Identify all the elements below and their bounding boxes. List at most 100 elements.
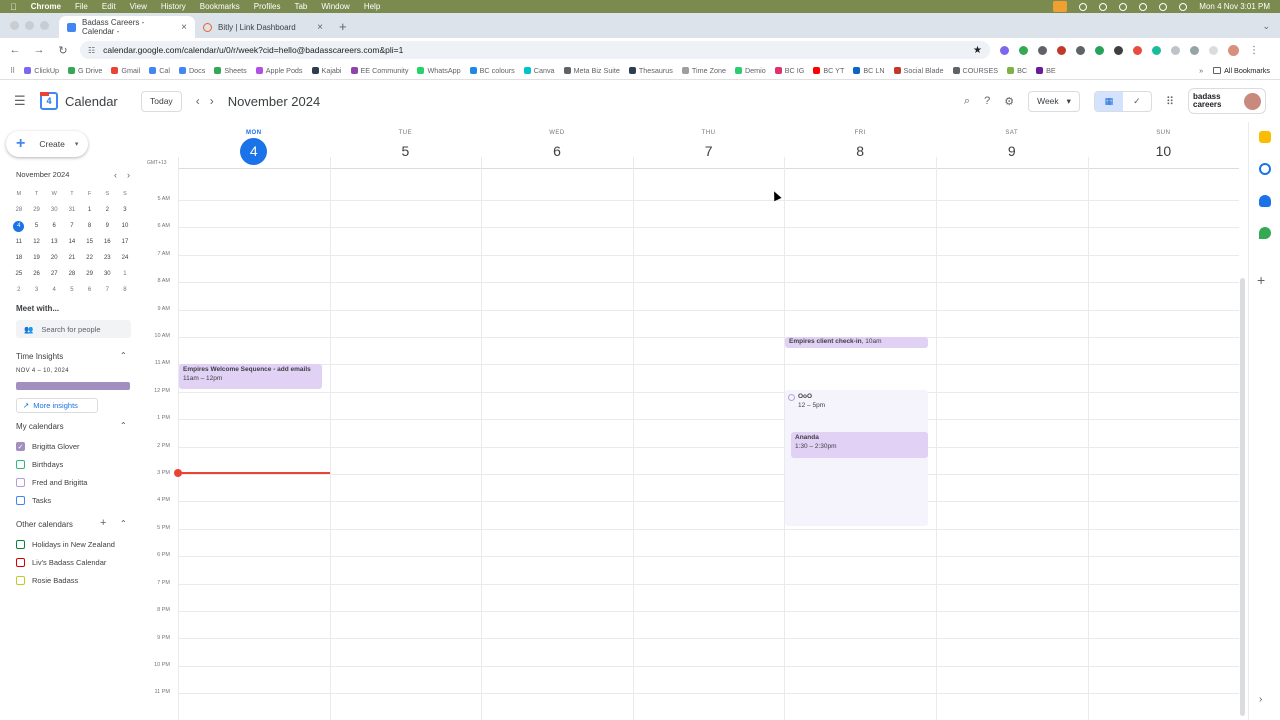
extension-icon[interactable] [1095, 45, 1104, 55]
search-status-icon[interactable] [1159, 2, 1168, 11]
profile-avatar[interactable] [1228, 44, 1239, 56]
previous-week-icon[interactable]: ‹ [196, 94, 200, 108]
back-icon[interactable]: ← [8, 44, 22, 56]
event-empires-client-checkin[interactable]: Empires client check-in, 10am [785, 337, 928, 348]
mini-day[interactable]: 31 [63, 207, 81, 213]
chevron-up-icon[interactable]: ⌃ [120, 351, 127, 360]
day-number[interactable]: 8 [847, 138, 874, 165]
tab-search-icon[interactable]: ⌄ [1262, 21, 1270, 32]
browser-menu-icon[interactable]: ⋮ [1249, 45, 1259, 56]
bookmark-bc[interactable]: BC [1007, 66, 1027, 75]
mini-day-today[interactable]: 4 [13, 220, 25, 232]
bookmark-g-drive[interactable]: G Drive [68, 66, 102, 75]
account-brand-button[interactable]: badass careers [1188, 88, 1266, 114]
checkbox-icon[interactable] [16, 558, 25, 567]
other-calendars-title[interactable]: Other calendars [16, 520, 73, 529]
bookmark-sheets[interactable]: Sheets [214, 66, 247, 75]
extension-icon[interactable] [1114, 45, 1123, 55]
microphone-icon[interactable] [1053, 1, 1068, 12]
tab-calendar[interactable]: Badass Careers - Calendar - × [59, 16, 195, 38]
extension-icon[interactable] [1076, 45, 1085, 55]
mini-day[interactable]: 25 [10, 271, 28, 277]
bookmark-time-zone[interactable]: Time Zone [681, 66, 726, 75]
mini-day[interactable]: 14 [63, 239, 81, 245]
apple-icon[interactable]:  [10, 2, 17, 12]
add-calendar-icon[interactable]: + [100, 517, 106, 529]
checkbox-checked-icon[interactable]: ✓ [16, 442, 25, 451]
settings-gear-icon[interactable]: ⚙ [1004, 95, 1014, 108]
checkbox-icon[interactable] [16, 478, 25, 487]
bookmark-canva[interactable]: Canva [523, 66, 555, 75]
minimize-window-icon[interactable] [25, 21, 34, 30]
day-number[interactable]: 7 [695, 138, 722, 165]
mini-day[interactable]: 11 [10, 239, 28, 245]
mini-day[interactable]: 30 [98, 271, 116, 277]
wifi-icon[interactable] [1139, 2, 1148, 11]
event-out-of-office[interactable]: OoO 12 – 5pm [785, 390, 928, 526]
creative-cloud-icon[interactable] [1099, 2, 1108, 11]
calendar-view-icon[interactable]: ▦ [1094, 91, 1123, 111]
google-apps-icon[interactable]: ⠿ [1166, 95, 1174, 108]
bookmark-social-blade[interactable]: Social Blade [893, 66, 944, 75]
next-week-icon[interactable]: › [210, 94, 214, 108]
get-addons-icon[interactable]: + [1257, 272, 1265, 288]
mini-day[interactable]: 18 [10, 255, 28, 261]
bookmark-docs[interactable]: Docs [178, 66, 205, 75]
calendar-item-birthdays[interactable]: Birthdays [16, 460, 63, 469]
mini-day[interactable]: 13 [45, 239, 63, 245]
day-header-wed[interactable]: WED 6 [481, 122, 633, 165]
day-number[interactable]: 6 [543, 138, 570, 165]
play-icon[interactable] [1119, 2, 1128, 11]
calendar-item-tasks[interactable]: Tasks [16, 496, 51, 505]
bookmark-star-icon[interactable]: ★ [973, 45, 982, 56]
mini-day[interactable]: 7 [98, 287, 116, 293]
mini-day[interactable]: 17 [116, 239, 134, 245]
contacts-icon[interactable] [1259, 195, 1271, 207]
mini-day[interactable]: 22 [81, 255, 99, 261]
mini-day[interactable]: 28 [10, 207, 28, 213]
mini-day[interactable]: 23 [98, 255, 116, 261]
mini-day[interactable]: 5 [28, 223, 46, 229]
extension-icon[interactable] [1038, 45, 1047, 55]
close-window-icon[interactable] [10, 21, 19, 30]
maps-icon[interactable] [1259, 227, 1271, 239]
calendar-item-livs-badass[interactable]: Liv's Badass Calendar [16, 558, 106, 567]
forward-icon[interactable]: → [32, 44, 46, 56]
bookmark-clickup[interactable]: ClickUp [24, 66, 59, 75]
mini-day[interactable]: 16 [98, 239, 116, 245]
help-icon[interactable]: ? [984, 95, 990, 107]
hide-side-panel-icon[interactable]: › [1259, 694, 1262, 705]
mini-day[interactable]: 2 [98, 207, 116, 213]
site-info-icon[interactable]: ☷ [88, 46, 95, 55]
day-header-mon[interactable]: MON 4 [178, 122, 330, 165]
view-selector[interactable]: Week ▾ [1028, 90, 1080, 112]
day-header-sun[interactable]: SUN 10 [1088, 122, 1240, 165]
menu-help[interactable]: Help [364, 2, 380, 11]
checkbox-icon[interactable] [16, 540, 25, 549]
day-number[interactable]: 5 [392, 138, 419, 165]
week-grid[interactable] [178, 157, 1239, 720]
new-tab-icon[interactable]: + [339, 19, 347, 34]
bookmark-ee-community[interactable]: EE Community [350, 66, 408, 75]
address-bar[interactable]: ☷ calendar.google.com/calendar/u/0/r/wee… [80, 41, 990, 59]
side-panel-icon[interactable] [1209, 45, 1218, 55]
menu-file[interactable]: File [75, 2, 88, 11]
mini-day[interactable]: 28 [63, 271, 81, 277]
extensions-puzzle-icon[interactable] [1190, 45, 1199, 55]
mini-day[interactable]: 3 [116, 207, 134, 213]
menubar-clock[interactable]: Mon 4 Nov 3:01 PM [1199, 2, 1270, 11]
zoom-window-icon[interactable] [40, 21, 49, 30]
mini-day[interactable]: 12 [28, 239, 46, 245]
my-calendars-title[interactable]: My calendars [16, 422, 64, 431]
checkbox-icon[interactable] [16, 460, 25, 469]
mini-day[interactable]: 6 [45, 223, 63, 229]
menu-history[interactable]: History [161, 2, 186, 11]
bookmark-bc-ig[interactable]: BC IG [774, 66, 804, 75]
calendar-item-holidays-nz[interactable]: Holidays in New Zealand [16, 540, 115, 549]
mini-day[interactable]: 29 [81, 271, 99, 277]
menu-profiles[interactable]: Profiles [254, 2, 281, 11]
calendar-item-rosie-badass[interactable]: Rosie Badass [16, 576, 78, 585]
bookmark-meta-biz-suite[interactable]: Meta Biz Suite [563, 66, 620, 75]
bookmark-apple-pods[interactable]: Apple Pods [255, 66, 303, 75]
create-button[interactable]: + Create ▾ [6, 131, 88, 157]
